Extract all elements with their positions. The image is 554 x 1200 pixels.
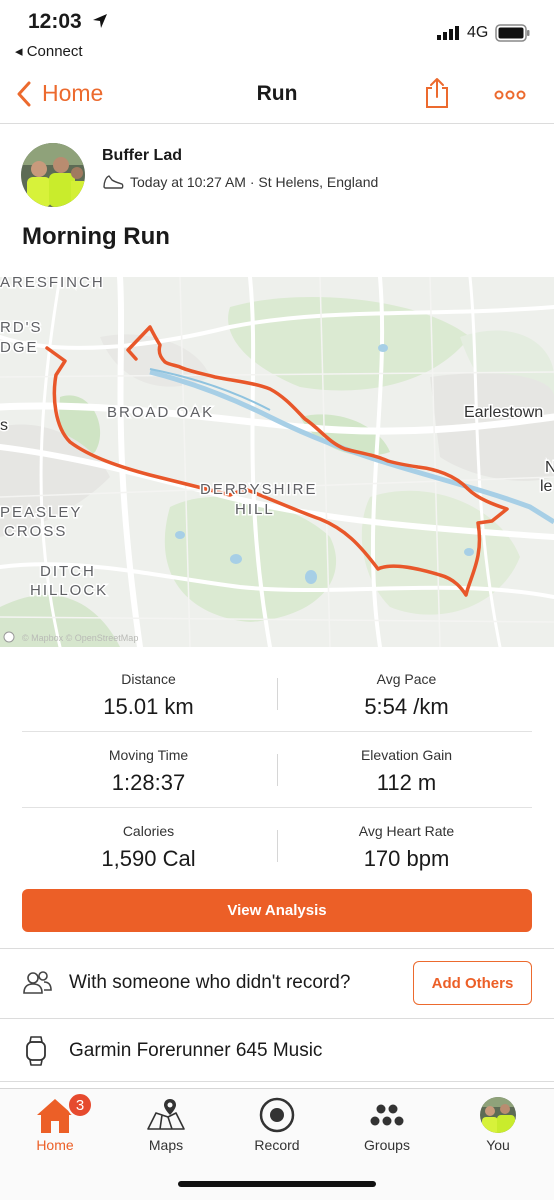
nav-bar: Home Run [0,64,554,124]
stat-avg-pace: Avg Pace 5:54 /km [268,671,545,720]
map-label-hillock: HILLOCK [30,582,108,599]
stat-value: 112 m [376,770,437,795]
tab-record[interactable]: Record [222,1089,332,1159]
stat-value: 1:28:37 [111,770,186,795]
with-someone-text: With someone who didn't record? [69,972,351,993]
map-label-cross: CROSS [4,523,67,540]
map-label-earlestown: Earlestown [464,404,543,421]
stat-calories: Calories 1,590 Cal [10,823,287,872]
groups-icon [370,1104,404,1126]
stat-avg-heart-rate: Avg Heart Rate 170 bpm [268,823,545,872]
stat-divider [277,830,278,862]
watch-icon [26,1036,46,1066]
divider [0,948,554,949]
location-arrow-icon [93,14,107,28]
map-label-derbyshire: DERBYSHIRE [200,481,318,498]
mapbox-logo-icon [3,631,15,643]
route-map[interactable]: ARESFINCH RD'S DGE BROAD OAK DERBYSHIRE … [0,277,554,647]
map-label-rds: RD'S [0,319,43,336]
view-analysis-button[interactable]: View Analysis [22,889,532,932]
map-label-dge: DGE [0,339,39,356]
page-title: Run [256,82,298,105]
stat-divider [277,754,278,786]
tab-home[interactable]: 3 Home [0,1089,110,1159]
map-label-edge-n: N [545,459,554,476]
cellular-signal-icon [437,26,459,40]
stat-value: 1,590 Cal [101,846,196,871]
stat-row-divider [22,731,532,732]
record-icon [259,1097,295,1133]
people-icon [23,971,52,994]
map-label-peasley: PEASLEY [0,504,82,521]
divider [0,1081,554,1082]
stat-row-divider [22,807,532,808]
athlete-name[interactable]: Buffer Lad [102,147,182,165]
home-indicator [178,1181,376,1187]
activity-meta: Today at 10:27 AM · St Helens, England [102,174,378,190]
shoe-icon [103,175,124,189]
stat-elevation-gain: Elevation Gain 112 m [268,747,545,796]
stat-value: 5:54 /km [364,694,449,719]
stat-label: Avg Heart Rate [358,823,455,839]
stat-divider [277,678,278,710]
activity-title: Morning Run [22,223,170,250]
tab-label: Record [254,1137,300,1153]
share-icon[interactable] [424,77,450,109]
divider [0,1018,554,1019]
profile-avatar [480,1097,516,1133]
network-type: 4G [467,24,489,41]
map-label-edge-le: le [540,478,553,495]
more-options-icon[interactable] [494,90,526,100]
map-attribution[interactable]: © Mapbox © OpenStreetMap [22,633,138,643]
map-label-edge-s: s [0,417,8,434]
battery-icon [495,24,530,42]
stat-label: Elevation Gain [360,747,453,763]
status-time: 12:03 [28,10,82,33]
stat-label: Moving Time [108,747,189,763]
tab-label: Home [36,1137,74,1153]
tab-label: You [486,1137,510,1153]
map-label-ditch: DITCH [40,563,96,580]
map-label-broad-oak: BROAD OAK [107,404,214,421]
stat-label: Distance [121,671,176,687]
maps-icon [147,1099,185,1130]
stat-label: Calories [122,823,175,839]
device-name: Garmin Forerunner 645 Music [69,1040,323,1061]
athlete-avatar[interactable] [21,143,85,207]
stat-value: 170 bpm [363,846,450,871]
stat-distance: Distance 15.01 km [10,671,287,720]
tab-you[interactable]: You [443,1089,553,1159]
add-others-button[interactable]: Add Others [413,961,532,1005]
tab-groups[interactable]: Groups [332,1089,442,1159]
tab-label: Groups [364,1137,410,1153]
tab-label: Maps [148,1137,184,1153]
stat-moving-time: Moving Time 1:28:37 [10,747,287,796]
stat-value: 15.01 km [103,694,194,719]
stat-label: Avg Pace [376,671,437,687]
notification-badge: 3 [67,1092,93,1118]
status-bar: 12:03 ◂ Connect 4G [0,0,554,64]
activity-meta-text: Today at 10:27 AM · St Helens, England [130,174,379,190]
map-label-hill: HILL [235,501,275,518]
map-label-aresfinch: ARESFINCH [0,277,105,291]
back-to-app-link[interactable]: ◂ Connect [15,42,83,60]
map-canvas: ARESFINCH RD'S DGE BROAD OAK DERBYSHIRE … [0,277,554,647]
tab-maps[interactable]: Maps [111,1089,221,1159]
